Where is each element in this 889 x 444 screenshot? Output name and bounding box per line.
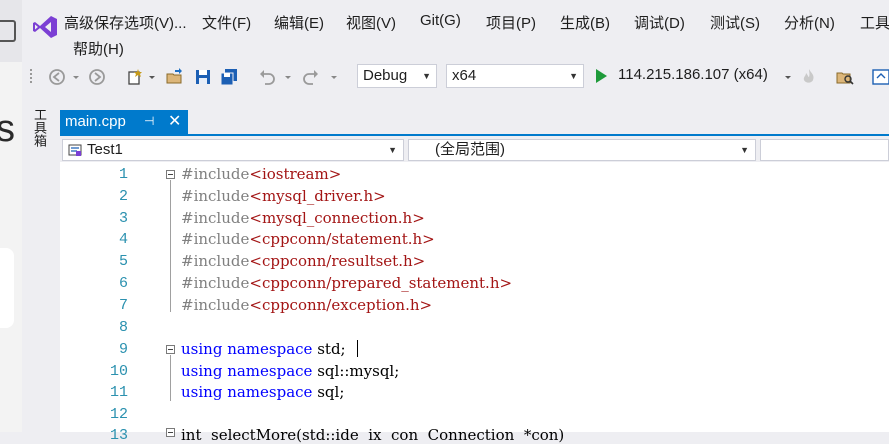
- line-number: 13: [109, 427, 128, 444]
- text-cursor: [357, 340, 358, 357]
- solution-explorer-icon[interactable]: [872, 68, 889, 86]
- line-number: 1: [118, 166, 128, 183]
- open-file-icon[interactable]: [166, 68, 184, 86]
- redo-dropdown-icon[interactable]: [330, 68, 338, 86]
- code-line: using namespace sql::mysql;: [181, 362, 400, 380]
- solution-platform-dropdown[interactable]: x64 ▼: [446, 64, 584, 88]
- chevron-down-icon: ▼: [422, 71, 431, 81]
- collapse-region-icon[interactable]: [166, 170, 175, 179]
- menu-advanced-save[interactable]: 高级保存选项(V)...: [64, 12, 187, 33]
- find-in-files-icon[interactable]: [836, 68, 854, 86]
- document-tab-label: main.cpp: [65, 113, 126, 130]
- save-icon[interactable]: [194, 68, 212, 86]
- project-scope-value: Test1: [87, 141, 123, 158]
- toolbox-tab[interactable]: 工具箱: [32, 108, 47, 147]
- start-debugging-target[interactable]: 114.215.186.107 (x64): [618, 66, 768, 83]
- line-number: 6: [118, 275, 128, 292]
- toolbar-grip-icon[interactable]: [28, 68, 36, 86]
- undo-dropdown-icon[interactable]: [284, 68, 292, 86]
- start-debugging-icon[interactable]: [594, 68, 608, 84]
- background-window-glyph: s: [0, 108, 15, 150]
- undo-icon[interactable]: [258, 68, 276, 86]
- member-dropdown[interactable]: [760, 139, 889, 161]
- solution-platform-value: x64: [452, 67, 477, 84]
- menu-view[interactable]: 视图(V): [346, 12, 396, 33]
- code-line: #include<cppconn/resultset.h>: [181, 252, 426, 270]
- menu-debug[interactable]: 调试(D): [634, 12, 685, 33]
- outline-guide: [170, 355, 171, 401]
- line-number: 7: [118, 297, 128, 314]
- line-number: 10: [109, 363, 128, 380]
- code-line: #include<mysql_driver.h>: [181, 187, 386, 205]
- code-line: using namespace sql;: [181, 383, 345, 401]
- navigate-back-dropdown-icon[interactable]: [72, 68, 80, 86]
- global-scope-dropdown[interactable]: (全局范围) ▼: [408, 139, 756, 161]
- line-number: 11: [109, 384, 128, 401]
- menu-git[interactable]: Git(G): [420, 12, 461, 29]
- collapse-region-icon[interactable]: [166, 428, 175, 437]
- chevron-down-icon: ▼: [388, 145, 397, 155]
- background-window-titlebar: [0, 0, 22, 62]
- code-line: #include<cppconn/exception.h>: [181, 296, 433, 314]
- visual-studio-logo-icon[interactable]: [32, 14, 58, 40]
- close-tab-icon[interactable]: ✕: [168, 111, 181, 131]
- redo-icon[interactable]: [302, 68, 320, 86]
- code-line: #include<cppconn/statement.h>: [181, 230, 435, 248]
- line-number: 4: [118, 231, 128, 248]
- navigate-forward-icon[interactable]: [88, 68, 106, 86]
- code-line: #include<iostream>: [181, 165, 342, 183]
- background-window-icon: [0, 20, 16, 42]
- code-line: #include<cppconn/prepared_statement.h>: [181, 274, 513, 292]
- menu-build[interactable]: 生成(B): [560, 12, 610, 33]
- menu-project[interactable]: 项目(P): [486, 12, 536, 33]
- code-line: using namespace std;: [181, 340, 346, 358]
- line-number: 2: [118, 188, 128, 205]
- outline-guide: [170, 180, 171, 312]
- menu-help[interactable]: 帮助(H): [73, 38, 124, 59]
- project-scope-dropdown[interactable]: Test1 ▼: [62, 139, 404, 161]
- collapse-region-icon[interactable]: [166, 345, 175, 354]
- background-window-card: [0, 248, 14, 328]
- toolbox-side-panel: [30, 100, 50, 432]
- solution-configuration-value: Debug: [363, 67, 408, 84]
- menu-file[interactable]: 文件(F): [202, 12, 251, 33]
- global-scope-value: (全局范围): [435, 141, 505, 158]
- line-number: 9: [118, 341, 128, 358]
- hot-reload-icon[interactable]: [800, 68, 818, 86]
- solution-configuration-dropdown[interactable]: Debug ▼: [357, 64, 437, 88]
- menu-edit[interactable]: 编辑(E): [274, 12, 324, 33]
- chevron-down-icon: ▼: [740, 145, 749, 155]
- navigate-back-icon[interactable]: [48, 68, 66, 86]
- pin-tab-icon[interactable]: ⊣: [144, 114, 154, 128]
- background-window: s: [0, 0, 22, 432]
- menu-tools[interactable]: 工具: [860, 12, 889, 33]
- menu-test[interactable]: 测试(S): [710, 12, 760, 33]
- chevron-down-icon: ▼: [569, 71, 578, 81]
- code-line: #include<mysql_connection.h>: [181, 209, 425, 227]
- project-icon: [68, 144, 82, 156]
- line-number: 5: [118, 253, 128, 270]
- save-all-icon[interactable]: [220, 68, 238, 86]
- line-number: 12: [109, 406, 128, 423]
- new-item-icon[interactable]: [126, 68, 144, 86]
- run-target-dropdown-icon[interactable]: [784, 68, 792, 86]
- line-number: 8: [118, 319, 128, 336]
- menu-analyze[interactable]: 分析(N): [784, 12, 835, 33]
- new-item-dropdown-icon[interactable]: [148, 68, 156, 86]
- line-number: 3: [118, 210, 128, 227]
- code-line-partial: int selectMore(std::ide ix con Connectio…: [181, 426, 565, 444]
